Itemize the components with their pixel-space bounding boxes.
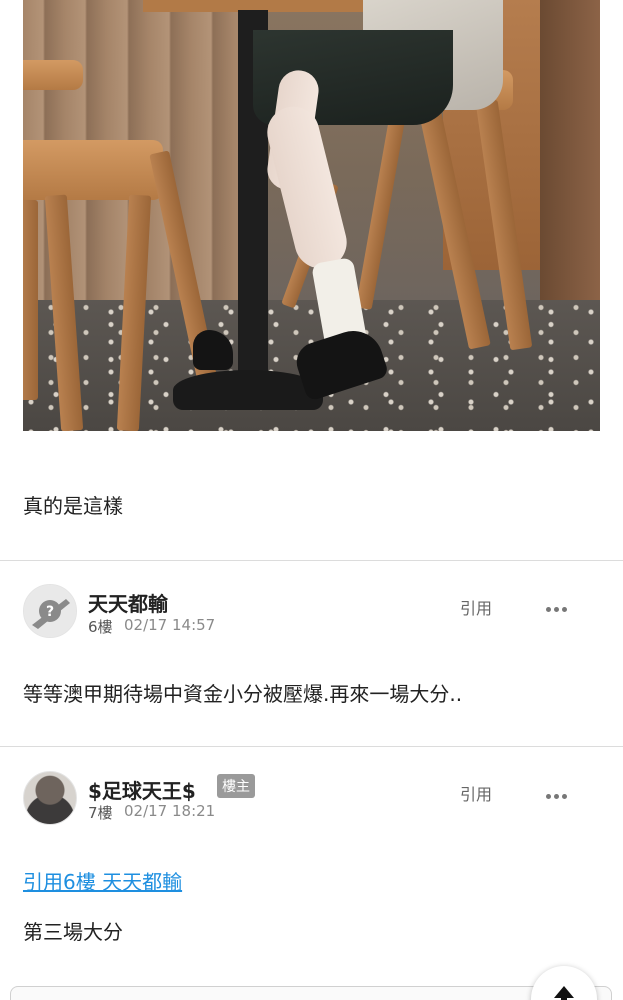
avatar[interactable] xyxy=(23,771,77,825)
more-horizontal-icon[interactable] xyxy=(546,784,572,799)
photo-stool-leg xyxy=(355,110,407,310)
photo-stool xyxy=(23,60,83,90)
avatar[interactable]: ? xyxy=(23,584,77,638)
svg-text:?: ? xyxy=(46,604,54,620)
op-badge: 樓主 xyxy=(217,774,255,798)
divider xyxy=(0,560,623,561)
photo-leg xyxy=(261,101,353,274)
post-photo[interactable] xyxy=(23,0,600,431)
photo-wall-right xyxy=(540,0,600,300)
post-body-text: 真的是這樣 xyxy=(23,494,123,518)
quote-reference-link[interactable]: 引用6樓 天天都輸 xyxy=(23,866,182,895)
photo-stool-leg xyxy=(23,200,38,400)
thread-page: 真的是這樣 ? 天天都輸 6樓 02/17 14:57 引用 等等澳甲期待場中資… xyxy=(0,0,623,1000)
reply-body-text: 第三場大分 xyxy=(23,920,123,944)
divider xyxy=(0,746,623,747)
default-avatar-icon: ? xyxy=(24,585,76,637)
post-time: 02/17 18:21 xyxy=(124,802,216,820)
username[interactable]: $足球天王$ xyxy=(88,775,196,804)
floor-number: 7樓 xyxy=(88,804,113,822)
reply-body-text: 等等澳甲期待場中資金小分被壓爆.再來一場大分.. xyxy=(23,682,463,706)
reply-input-bar[interactable] xyxy=(10,986,612,1000)
photo-stool xyxy=(23,140,163,200)
scroll-to-top-button[interactable] xyxy=(531,966,597,1000)
quote-button[interactable]: 引用 xyxy=(460,781,492,805)
floor-number: 6樓 xyxy=(88,618,113,636)
more-horizontal-icon[interactable] xyxy=(546,597,572,612)
username[interactable]: 天天都輸 xyxy=(88,588,168,617)
post-time: 02/17 14:57 xyxy=(124,616,216,634)
quote-button[interactable]: 引用 xyxy=(460,595,492,619)
